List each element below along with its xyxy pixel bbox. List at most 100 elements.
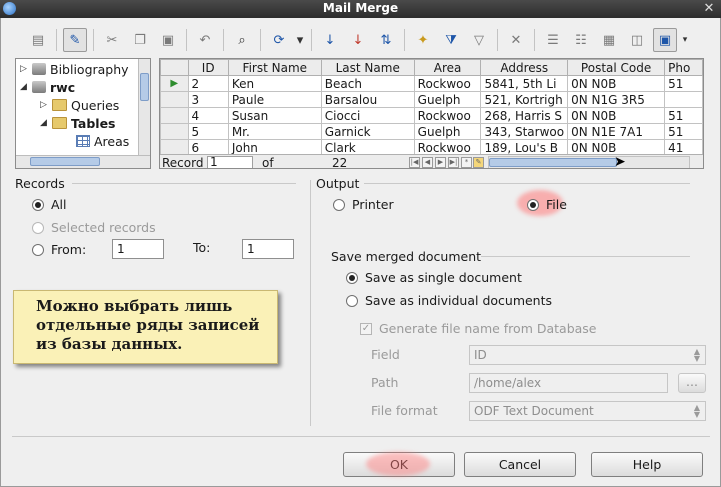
records-selected-option[interactable]: Selected records [32,220,156,235]
table-cell[interactable]: 521, Kortrigh [480,91,569,108]
table-cell[interactable]: 3 [187,91,229,108]
column-header[interactable]: Pho [664,59,703,76]
undo-icon[interactable]: ↶ [193,28,217,52]
save-individual-option[interactable]: Save as individual documents [346,293,552,308]
generate-filename-checkbox[interactable]: ✓ [360,322,372,335]
column-header[interactable]: First Name [227,59,322,76]
radio-save-individual[interactable] [346,294,358,307]
dropdown-arrow-icon[interactable]: ▾ [295,28,305,52]
scrollbar-thumb[interactable] [140,73,149,101]
table-cell[interactable]: Rockwoo [413,75,482,92]
column-header[interactable]: Address [480,59,569,76]
edit-record-icon[interactable]: ✎ [473,157,484,168]
table-row[interactable]: 5 Mr. Garnick Guelph 343, Starwoo 0N N1E 7A1 5… [160,123,703,140]
column-header[interactable]: Area [413,59,482,76]
table-cell[interactable]: Guelph [413,123,482,140]
grid-horizontal-scrollbar[interactable] [488,156,690,168]
table-row[interactable]: 4 Susan Ciocci Rockwoo 268, Harris S 0N N0B 51 [160,107,703,124]
scrollbar-thumb[interactable] [489,158,617,167]
to-field[interactable]: 1 [242,239,294,259]
table-cell[interactable]: 2 [187,75,229,92]
last-record-icon[interactable]: ▶| [448,157,459,168]
table-cell[interactable]: Ciocci [320,107,415,124]
table-cell[interactable]: Ken [227,75,322,92]
remove-filter-icon[interactable]: ✕ [504,28,528,52]
table-cell[interactable]: Barsalou [320,91,415,108]
standard-filter-icon[interactable]: ⧩ [439,28,463,52]
table-row[interactable]: 3 Paule Barsalou Guelph 521, Kortrigh 0N N1G … [160,91,703,108]
collapse-arrow-icon[interactable]: ◢ [40,118,52,128]
table-cell[interactable]: 0N N1G 3R5 [567,91,666,108]
table-cell[interactable]: 4 [187,107,229,124]
table-cell[interactable]: 51 [664,107,703,124]
window-title-bar[interactable]: Mail Merge ✕ [0,0,721,18]
table-cell[interactable]: Beach [320,75,415,92]
sort-icon[interactable]: ⇅ [374,28,398,52]
edit-icon[interactable]: ✎ [63,28,87,52]
next-record-icon[interactable]: ▶ [435,157,446,168]
table-cell[interactable]: 343, Starwoo [480,123,569,140]
field-combo[interactable]: ID ▲ ▼ [469,345,706,365]
expand-arrow-icon[interactable]: ▷ [20,64,32,74]
find-icon[interactable]: ⌕ [230,28,254,52]
records-all-option[interactable]: All [32,197,67,212]
tree-horizontal-scrollbar[interactable] [16,155,150,168]
radio-all[interactable] [32,198,44,211]
row-header[interactable] [160,107,189,124]
table-row[interactable]: ▶ 2 Ken Beach Rockwoo 5841, 5th Li 0N N0B 51 [160,75,703,92]
collapse-arrow-icon[interactable]: ◢ [20,82,32,92]
radio-selected-records[interactable] [32,221,44,234]
output-file-option[interactable]: File [527,197,567,212]
table-cell[interactable]: Susan [227,107,322,124]
tree-item-areas[interactable]: Areas [76,132,129,150]
radio-file[interactable] [527,198,539,211]
data-source-icon[interactable]: ◫ [625,28,649,52]
cut-icon[interactable]: ✂ [100,28,124,52]
current-row-marker-icon[interactable]: ▶ [160,75,189,92]
save-icon[interactable]: ▤ [26,28,50,52]
row-header[interactable] [160,91,189,108]
apply-filter-icon[interactable]: ▽ [467,28,491,52]
sort-descending-icon[interactable]: ↓ [346,28,370,52]
table-cell[interactable]: 0N N1E 7A1 [567,123,666,140]
table-cell[interactable]: 51 [664,75,703,92]
first-record-icon[interactable]: |◀ [409,157,420,168]
generate-filename-option[interactable]: ✓ Generate file name from Database [360,321,597,336]
column-header[interactable]: Postal Code [567,59,666,76]
mail-merge-icon[interactable]: ▦ [597,28,621,52]
browse-button[interactable]: ... [678,373,706,393]
table-cell[interactable]: Rockwoo [413,107,482,124]
output-printer-option[interactable]: Printer [333,197,394,212]
row-header[interactable] [160,123,189,140]
data-to-text-icon[interactable]: ☰ [541,28,565,52]
table-cell[interactable]: 5841, 5th Li [480,75,569,92]
autofilter-icon[interactable]: ✦ [411,28,435,52]
data-to-fields-icon[interactable]: ☷ [569,28,593,52]
column-header[interactable]: Last Name [320,59,415,76]
save-single-option[interactable]: Save as single document [346,270,522,285]
table-cell[interactable]: Garnick [320,123,415,140]
table-cell[interactable]: 0N N0B [567,75,666,92]
scrollbar-thumb[interactable] [30,157,100,166]
tree-item-bibliography[interactable]: ▷ Bibliography [20,60,129,78]
help-button[interactable]: Help [591,452,703,477]
table-cell[interactable]: 51 [664,123,703,140]
expand-arrow-icon[interactable]: ▷ [40,100,52,110]
cancel-button[interactable]: Cancel [464,452,576,477]
refresh-icon[interactable]: ⟳ [267,28,291,52]
from-field[interactable]: 1 [112,239,164,259]
records-from-option[interactable]: From: [32,242,86,257]
radio-from[interactable] [32,243,44,256]
table-cell[interactable]: Mr. [227,123,322,140]
paste-icon[interactable]: ▣ [156,28,180,52]
radio-save-single[interactable] [346,271,358,284]
tree-item-rwc[interactable]: ◢ rwc [20,78,75,96]
previous-record-icon[interactable]: ◀ [422,157,433,168]
close-icon[interactable]: ✕ [701,1,717,17]
sort-ascending-icon[interactable]: ↓ [318,28,342,52]
explorer-icon[interactable]: ▣ [653,28,677,52]
record-number-field[interactable]: 1 [207,156,253,168]
column-header[interactable]: ID [187,59,229,76]
table-cell[interactable]: 0N N0B [567,107,666,124]
table-cell[interactable]: Guelph [413,91,482,108]
